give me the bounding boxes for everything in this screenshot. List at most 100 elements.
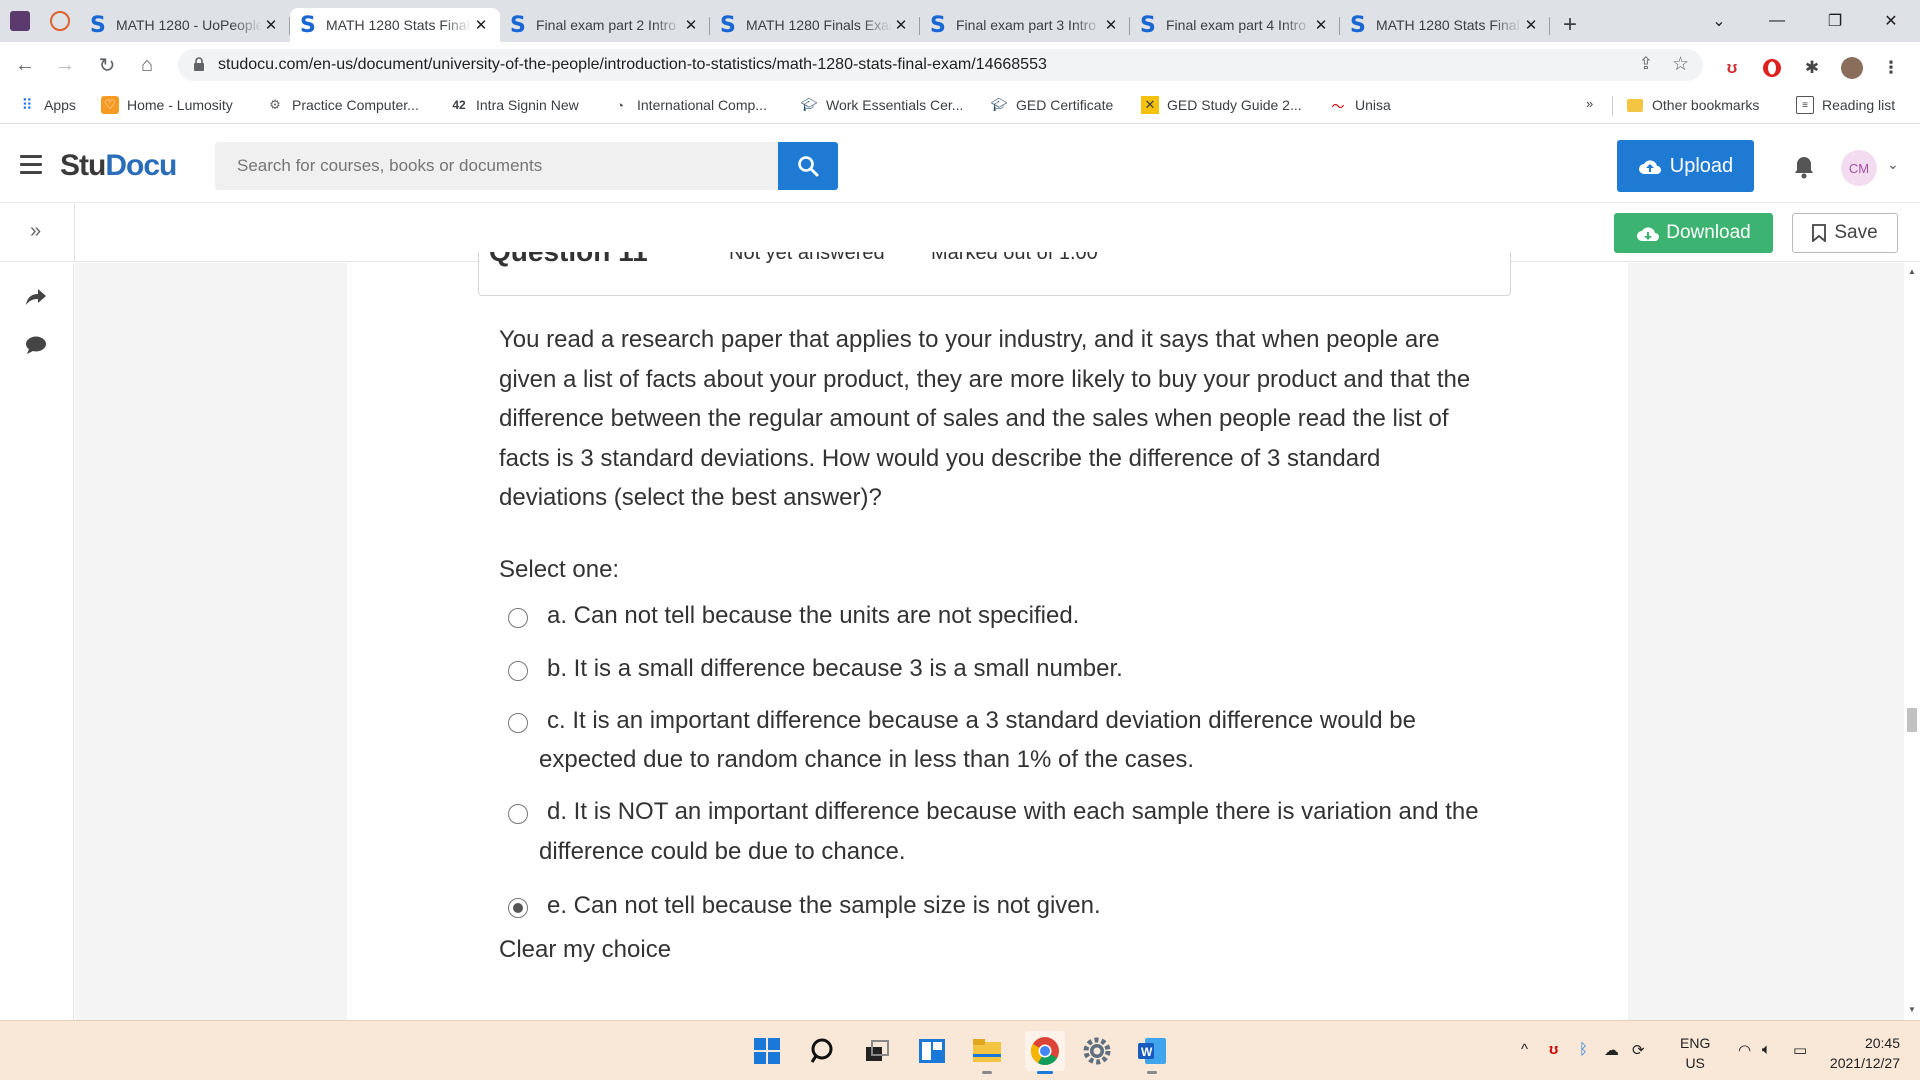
scroll-up-arrow-icon[interactable]: ▲	[1908, 267, 1916, 276]
upload-button[interactable]: Upload	[1617, 140, 1754, 192]
bookmarks-overflow-button[interactable]: »	[1586, 96, 1593, 111]
tab-3[interactable]: S MATH 1280 Finals Exam ✕	[710, 8, 920, 42]
bookmark-intra-signin[interactable]: 42 Intra Signin New	[450, 96, 578, 114]
apps-grid-icon: ⠿	[21, 97, 33, 114]
studocu-favicon-icon: S	[930, 12, 946, 38]
word-icon[interactable]: W	[1136, 1035, 1168, 1074]
bookmark-star-icon[interactable]: ☆	[1672, 53, 1689, 76]
address-bar[interactable]: studocu.com/en-us/document/university-of…	[178, 49, 1703, 81]
studocu-favicon-icon: S	[510, 12, 526, 38]
bookmark-unisa[interactable]: 〜 Unisa	[1329, 96, 1390, 114]
bluetooth-icon[interactable]: ᛒ	[1579, 1041, 1588, 1058]
radio-button[interactable]	[508, 661, 528, 681]
question-number: Question 11	[489, 252, 648, 268]
task-view-icon[interactable]	[861, 1035, 893, 1067]
close-tab-icon[interactable]: ✕	[682, 16, 700, 34]
input-language-indicator[interactable]: ENG US	[1680, 1033, 1710, 1073]
tab-4[interactable]: S Final exam part 3 Intro ✕	[920, 8, 1130, 42]
chevron-down-icon[interactable]: ⌄	[1887, 156, 1899, 173]
close-tab-icon[interactable]: ✕	[262, 16, 280, 34]
studocu-logo[interactable]: StuDocu	[60, 149, 177, 183]
tab-5[interactable]: S Final exam part 4 Intro ✕	[1130, 8, 1340, 42]
file-explorer-icon[interactable]	[971, 1035, 1003, 1074]
tab-search-icon[interactable]: ⌄	[1690, 0, 1748, 42]
avatar[interactable]: CM	[1841, 150, 1877, 186]
question-marks: Marked out of 1.00	[931, 252, 1098, 264]
kebab-menu-icon[interactable]: ⋮	[1880, 57, 1902, 79]
hamburger-menu-icon[interactable]	[20, 155, 42, 179]
system-clock[interactable]: 20:45 2021/12/27	[1830, 1033, 1900, 1073]
search-icon[interactable]	[807, 1035, 839, 1067]
windows-start-icon[interactable]	[751, 1035, 783, 1067]
battery-icon[interactable]: ▭	[1793, 1041, 1807, 1059]
tab-title: Final exam part 4 Intro	[1166, 17, 1307, 33]
show-hidden-icons-chevron-icon[interactable]: ^	[1521, 1041, 1528, 1058]
radio-button[interactable]	[508, 608, 528, 628]
mcafee-icon[interactable]: ʊ	[1549, 1041, 1558, 1058]
bookmark-lumosity[interactable]: ♡ Home - Lumosity	[101, 96, 233, 114]
page-scrollbar[interactable]: ▲ ▼	[1904, 263, 1920, 1020]
puzzle-extensions-icon[interactable]: ✱	[1801, 57, 1823, 79]
bell-icon[interactable]	[1793, 155, 1815, 179]
reload-icon[interactable]: ↻	[92, 50, 122, 80]
cloud-download-icon	[1637, 227, 1660, 241]
close-tab-icon[interactable]: ✕	[1312, 16, 1330, 34]
studocu-header: StuDocu Upload CM ⌄	[0, 125, 1920, 203]
bookmark-reading-list[interactable]: ≡ Reading list	[1796, 96, 1895, 114]
tab-6[interactable]: S MATH 1280 Stats Final ✕	[1340, 8, 1550, 42]
bookmark-apps[interactable]: ⠿ Apps	[18, 96, 76, 114]
search-button[interactable]	[778, 142, 838, 190]
radio-button-selected[interactable]	[508, 898, 528, 918]
speaker-icon[interactable]: 🔈︎	[1762, 1041, 1771, 1058]
graduation-cap-icon	[50, 11, 70, 31]
overflow-chevron-icon: »	[1586, 96, 1594, 111]
radio-button[interactable]	[508, 713, 528, 733]
pinned-tab-1[interactable]	[0, 0, 40, 42]
close-tab-icon[interactable]: ✕	[472, 16, 490, 34]
close-tab-icon[interactable]: ✕	[1522, 16, 1540, 34]
onedrive-cloud-icon[interactable]: ☁	[1604, 1041, 1619, 1059]
globe-icon: ⚙	[269, 97, 281, 112]
minimize-button[interactable]: —	[1748, 0, 1806, 42]
wifi-icon[interactable]: ◠	[1738, 1041, 1751, 1059]
bookmark-ged-study-guide[interactable]: ✕ GED Study Guide 2...	[1141, 96, 1302, 114]
bookmark-ged-certificate[interactable]: 🎓︎ GED Certificate	[990, 96, 1114, 114]
intra-icon: 42	[452, 98, 466, 112]
question-text: You read a research paper that applies t…	[499, 326, 1471, 511]
share-icon[interactable]: ⇪	[1639, 54, 1653, 74]
settings-gear-icon[interactable]	[1081, 1035, 1113, 1067]
back-arrow-icon[interactable]: ←	[10, 50, 40, 80]
bookmark-other-bookmarks[interactable]: Other bookmarks	[1626, 96, 1759, 114]
bookmark-work-essentials[interactable]: 🎓︎ Work Essentials Cer...	[800, 96, 964, 114]
expand-sidebar-icon[interactable]: »	[30, 220, 41, 243]
tab-2[interactable]: S Final exam part 2 Intro ✕	[500, 8, 710, 42]
extension-shield-icon[interactable]: ʊ	[1721, 57, 1743, 79]
new-tab-button[interactable]: +	[1550, 8, 1590, 42]
chrome-icon[interactable]	[1025, 1031, 1065, 1074]
pinned-tab-2[interactable]	[40, 0, 80, 42]
tab-0[interactable]: S MATH 1280 - UoPeople ✕	[80, 8, 290, 42]
tab-1-active[interactable]: S MATH 1280 Stats Final Exam✕	[290, 8, 500, 42]
close-tab-icon[interactable]: ✕	[892, 16, 910, 34]
sync-icon[interactable]: ⟳	[1632, 1041, 1645, 1059]
scrollbar-thumb[interactable]	[1907, 708, 1917, 732]
profile-avatar-icon[interactable]	[1841, 57, 1863, 79]
bookmark-international-comp[interactable]: ◔ International Comp...	[611, 96, 767, 114]
close-window-button[interactable]: ✕	[1862, 0, 1920, 42]
comment-icon[interactable]	[25, 335, 47, 355]
search-input[interactable]	[215, 142, 778, 190]
home-icon[interactable]: ⌂	[132, 50, 162, 80]
opera-extension-icon[interactable]	[1761, 57, 1783, 79]
close-tab-icon[interactable]: ✕	[1102, 16, 1120, 34]
widgets-icon[interactable]	[916, 1035, 948, 1067]
clear-choice-link[interactable]: Clear my choice	[499, 936, 671, 964]
restore-button[interactable]: ❐	[1806, 0, 1864, 42]
share-arrow-icon[interactable]	[25, 288, 47, 306]
scroll-down-arrow-icon[interactable]: ▼	[1908, 1005, 1916, 1014]
bookmark-practice-computer[interactable]: ⚙ Practice Computer...	[266, 96, 419, 114]
select-one-label: Select one:	[499, 556, 620, 583]
save-button[interactable]: Save	[1792, 213, 1898, 253]
download-button[interactable]: Download	[1614, 213, 1773, 253]
forward-arrow-icon[interactable]: →	[50, 50, 80, 80]
radio-button[interactable]	[508, 804, 528, 824]
